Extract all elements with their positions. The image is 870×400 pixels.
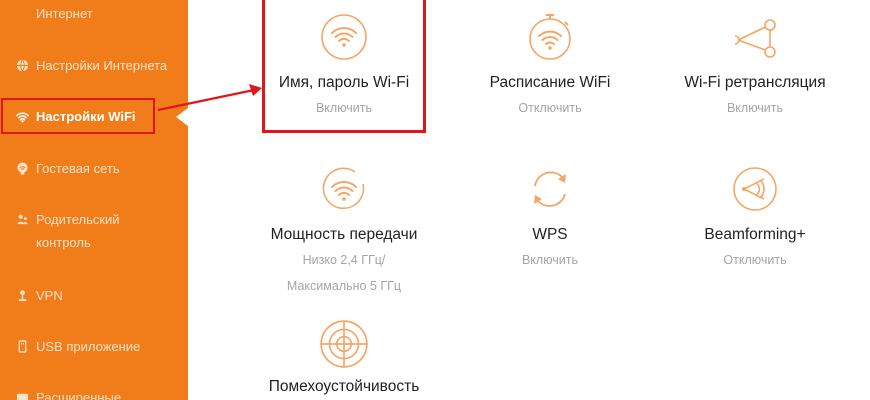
tile-wifi-name-password[interactable]: Имя, пароль Wi-Fi Включить — [244, 12, 444, 120]
guest-icon — [15, 161, 29, 175]
sidebar: Интернет Настройки Интернета Настройки W… — [0, 0, 188, 400]
tile-wps[interactable]: WPS Включить — [450, 164, 650, 272]
vpn-icon — [15, 288, 29, 302]
sidebar-item-label: Расширенные — [36, 390, 122, 400]
sidebar-item-label: Интернет — [36, 6, 93, 21]
tile-status-line[interactable]: Максимально 5 ГГц — [244, 275, 444, 298]
beamforming-icon — [730, 164, 780, 214]
sidebar-item-vpn[interactable]: VPN — [0, 284, 188, 307]
wps-icon — [525, 164, 575, 214]
tile-status-link[interactable]: Включить — [244, 97, 444, 120]
interference-icon — [318, 318, 370, 370]
tile-beamforming[interactable]: Beamforming+ Отключить — [655, 164, 855, 272]
tile-title: Имя, пароль Wi-Fi — [278, 74, 410, 91]
tile-title: WPS — [532, 226, 568, 243]
tile-title: Beamforming+ — [704, 226, 806, 243]
sidebar-item-label: Настройки Интернета — [36, 58, 168, 73]
sidebar-item-parental-control[interactable]: Родительский контроль — [0, 208, 188, 254]
tile-title: Помехоустойчивость — [268, 378, 420, 395]
sidebar-item-usb-apps[interactable]: USB приложение — [0, 335, 188, 358]
globe-icon — [15, 58, 29, 72]
tile-wifi-schedule[interactable]: Расписание WiFi Отключить — [450, 12, 650, 120]
sidebar-item-guest-network[interactable]: Гостевая сеть — [0, 157, 188, 180]
tile-wifi-relay[interactable]: Wi-Fi ретрансляция Включить — [655, 12, 855, 120]
tile-transmit-power[interactable]: Мощность передачи Низко 2,4 ГГц/ Максима… — [244, 164, 444, 298]
tile-interference-resistance[interactable]: Помехоустойчивость — [244, 318, 444, 397]
sidebar-item-internet-settings[interactable]: Настройки Интернета — [0, 54, 188, 77]
tile-status-link[interactable]: Отключить — [450, 97, 650, 120]
tile-status-link[interactable]: Включить — [450, 249, 650, 272]
tile-status-line[interactable]: Низко 2,4 ГГц/ — [244, 249, 444, 272]
usb-icon — [15, 339, 29, 353]
sidebar-item-internet[interactable]: Интернет — [0, 2, 188, 25]
relay-icon — [730, 12, 780, 62]
active-item-highlight — [1, 98, 155, 134]
tile-status-link[interactable]: Отключить — [655, 249, 855, 272]
tile-title: Wi-Fi ретрансляция — [684, 74, 826, 91]
wifi-icon — [319, 12, 369, 62]
advanced-icon — [15, 390, 29, 400]
sidebar-item-label: VPN — [36, 288, 63, 303]
parental-icon — [15, 212, 29, 226]
wifi-power-icon — [319, 164, 369, 214]
tile-title: Мощность передачи — [270, 226, 418, 243]
sidebar-item-advanced[interactable]: Расширенные — [0, 386, 188, 400]
tile-title: Расписание WiFi — [489, 74, 611, 91]
tile-status-link[interactable]: Включить — [655, 97, 855, 120]
sidebar-item-label: Гостевая сеть — [36, 161, 120, 176]
wifi-timer-icon — [525, 12, 575, 62]
sidebar-item-label: Родительский контроль — [36, 212, 120, 250]
sidebar-item-label: USB приложение — [36, 339, 141, 354]
